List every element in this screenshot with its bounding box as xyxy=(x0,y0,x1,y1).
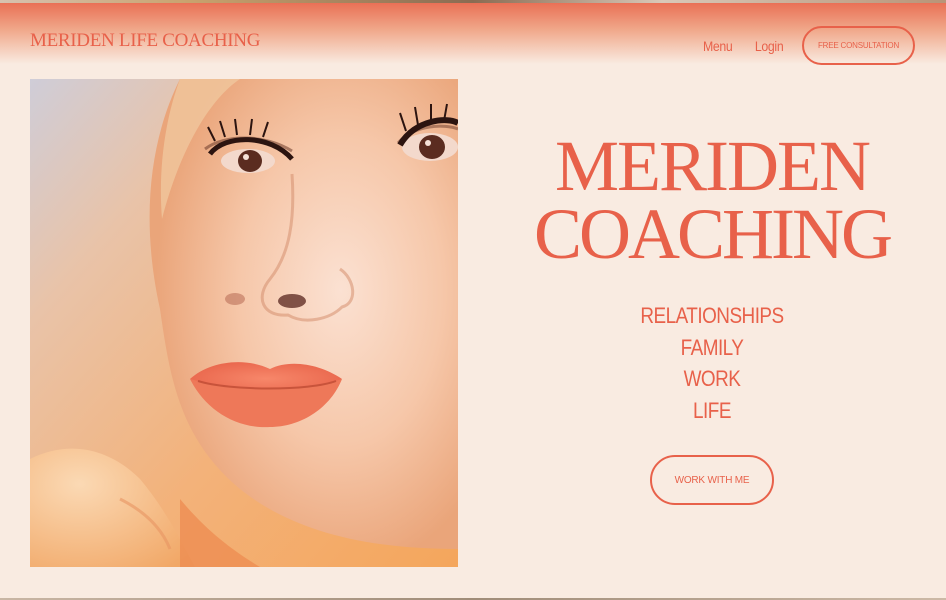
service-item-work: WORK xyxy=(683,366,741,391)
brand-logo[interactable]: MERIDEN LIFE COACHING xyxy=(30,30,260,52)
service-item-relationships: RELATIONSHIPS xyxy=(640,303,784,328)
hero-title-line-1: MERIDEN xyxy=(555,126,871,206)
hero-portrait-image xyxy=(30,79,458,567)
service-item-life: LIFE xyxy=(693,397,731,423)
top-nav: Menu Login FREE CONSULTATION xyxy=(701,26,915,65)
free-consultation-button[interactable]: FREE CONSULTATION xyxy=(802,26,915,65)
services-list: RELATIONSHIPS FAMILY WORK LIFE xyxy=(612,300,812,426)
menu-link[interactable]: Menu xyxy=(703,38,733,54)
hero-title-line-2: COACHING xyxy=(533,194,893,274)
work-with-me-button[interactable]: WORK WITH ME xyxy=(650,455,774,505)
login-link[interactable]: Login xyxy=(755,38,784,54)
service-item-family: FAMILY xyxy=(680,334,744,360)
hero-title: MERIDEN COACHING xyxy=(500,126,924,274)
top-edge-strip xyxy=(0,0,946,3)
landing-page: MERIDEN LIFE COACHING Menu Login FREE CO… xyxy=(0,0,946,600)
